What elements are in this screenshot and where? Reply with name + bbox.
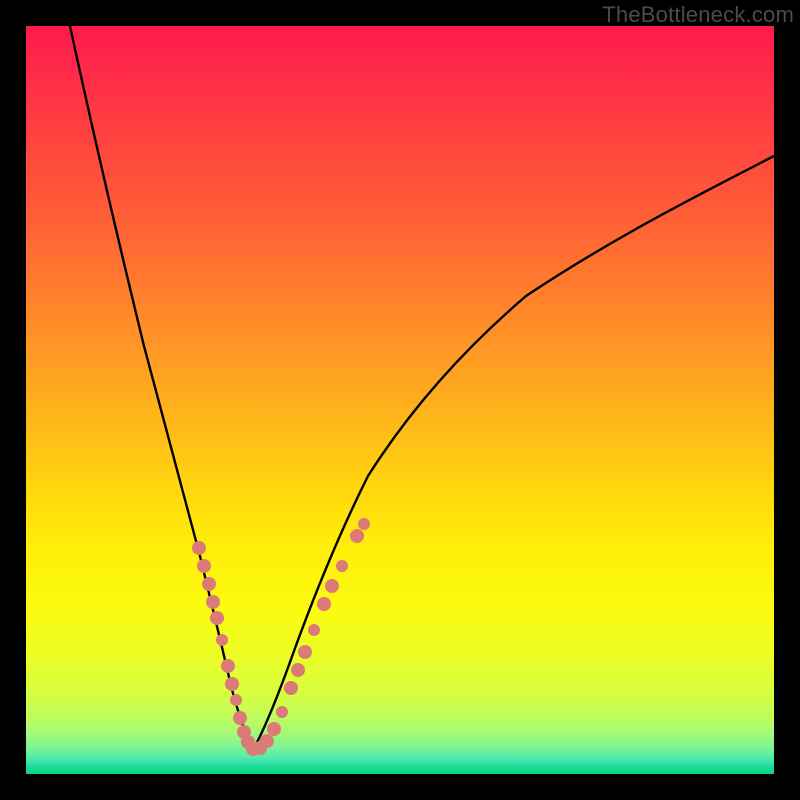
curve-layer [26, 26, 774, 774]
data-marker [284, 681, 298, 695]
data-marker [298, 645, 312, 659]
marker-group [192, 518, 370, 756]
data-marker [230, 694, 242, 706]
watermark-text: TheBottleneck.com [602, 2, 794, 28]
data-marker [206, 595, 220, 609]
data-marker [325, 579, 339, 593]
right-curve [253, 156, 774, 750]
data-marker [225, 677, 239, 691]
data-marker [192, 541, 206, 555]
data-marker [197, 559, 211, 573]
chart-frame: TheBottleneck.com [0, 0, 800, 800]
data-marker [210, 611, 224, 625]
plot-area [26, 26, 774, 774]
data-marker [358, 518, 370, 530]
data-marker [291, 663, 305, 677]
data-marker [260, 734, 274, 748]
data-marker [221, 659, 235, 673]
data-marker [233, 711, 247, 725]
data-marker [216, 634, 228, 646]
data-marker [308, 624, 320, 636]
data-marker [267, 722, 281, 736]
data-marker [336, 560, 348, 572]
data-marker [350, 529, 364, 543]
data-marker [202, 577, 216, 591]
data-marker [317, 597, 331, 611]
data-marker [276, 706, 288, 718]
